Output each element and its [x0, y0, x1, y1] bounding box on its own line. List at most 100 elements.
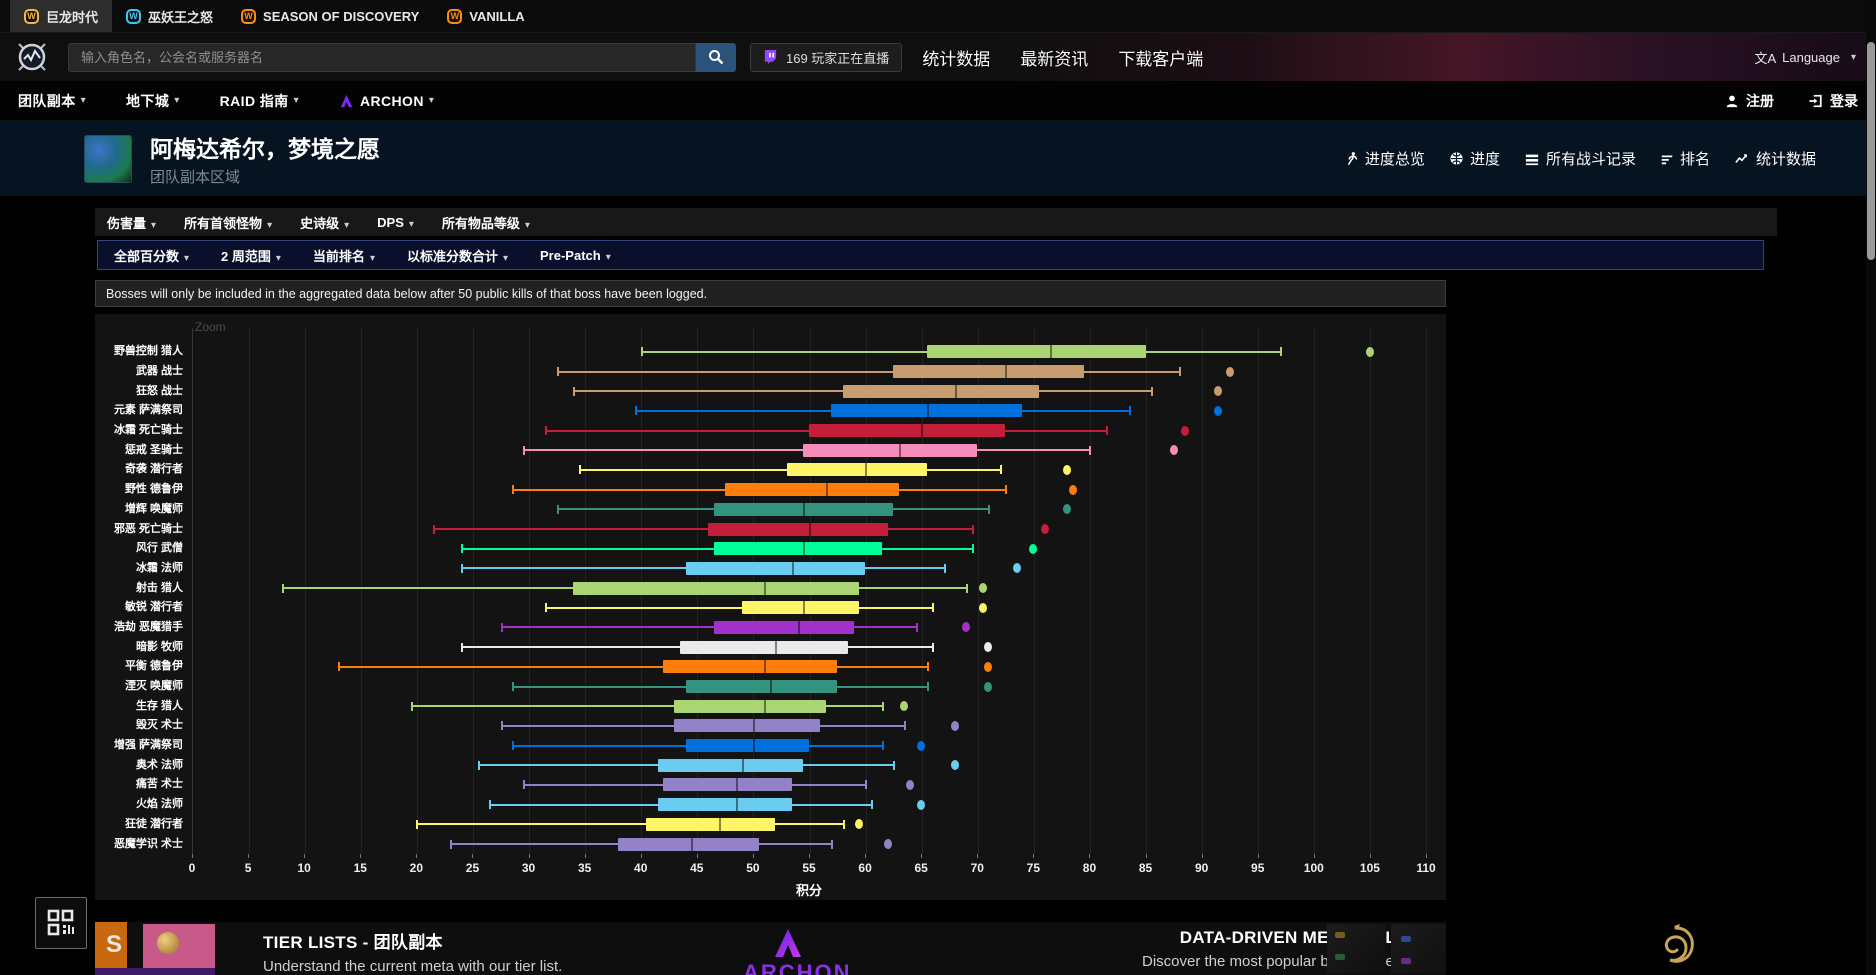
median-line — [753, 719, 755, 732]
boxplot-row: 射击 猎人 — [95, 578, 1446, 598]
search-input[interactable] — [68, 43, 696, 72]
whisker-cap-high — [972, 544, 974, 553]
language-label: Language — [1782, 50, 1840, 65]
subfilter-dropdown-4[interactable]: Pre-Patch — [540, 248, 611, 263]
whisker-cap-high — [932, 643, 934, 652]
spec-label: 射击 猎人 — [95, 583, 192, 594]
top-link-1[interactable]: 最新资讯 — [1020, 45, 1088, 70]
nav-item-2[interactable]: RAID 指南 — [220, 91, 299, 111]
outlier-dot — [1069, 485, 1077, 495]
x-tick-label: 30 — [522, 861, 535, 875]
box-iqr — [714, 542, 882, 555]
box-iqr — [674, 719, 820, 732]
subfilter-dropdown-0[interactable]: 全部百分数 — [114, 246, 189, 265]
main-nav: 团队副本 地下城 RAID 指南 ARCHON 注册 登录 — [0, 81, 1876, 121]
filter-dropdown-4[interactable]: 所有物品等级 — [442, 213, 530, 232]
spec-label: 元素 萨满祭司 — [95, 405, 192, 416]
raid-link-4[interactable]: 统计数据 — [1734, 148, 1816, 169]
subfilter-dropdown-2[interactable]: 当前排名 — [313, 246, 375, 265]
median-line — [809, 523, 811, 536]
spec-label: 野兽控制 猎人 — [95, 346, 192, 357]
outlier-dot — [1181, 426, 1189, 436]
nav-item-1[interactable]: 地下城 — [126, 91, 180, 111]
filter-dropdown-1[interactable]: 所有首领怪物 — [184, 213, 272, 232]
login-button[interactable]: 登录 — [1808, 91, 1858, 111]
login-icon — [1808, 94, 1823, 108]
raid-link-2[interactable]: 所有战斗记录 — [1524, 148, 1636, 169]
filter-bar-secondary: 全部百分数 2 周范围 当前排名 以标准分数合计 Pre-Patch — [97, 240, 1764, 270]
x-tick-mark — [1089, 854, 1090, 858]
boxplot-row: 恶魔学识 术士 — [95, 834, 1446, 854]
whisker-cap-high — [932, 603, 934, 612]
game-version-tab-0[interactable]: W巨龙时代 — [10, 0, 112, 32]
game-version-bar: W巨龙时代W巫妖王之怒WSEASON OF DISCOVERYWVANILLA — [0, 0, 1876, 32]
boxplot-plot-area — [192, 657, 1426, 677]
box-whisker — [557, 371, 1180, 373]
trend-icon — [1734, 152, 1750, 166]
boxplot-plot-area — [192, 539, 1426, 559]
outlier-dot — [855, 819, 863, 829]
raid-link-3[interactable]: 排名 — [1660, 148, 1710, 169]
whisker-cap-low — [545, 603, 547, 612]
top-link-2[interactable]: 下载客户端 — [1118, 45, 1203, 70]
nav-item-3[interactable]: ARCHON — [339, 91, 434, 111]
outlier-dot — [1366, 347, 1374, 357]
top-links: 统计数据 最新资讯 下载客户端 — [922, 45, 1203, 70]
promo-banner[interactable]: S TIER LISTS - 团队副本 Understand the curre… — [95, 922, 1446, 975]
median-line — [770, 680, 772, 693]
boxplot-row: 痛苦 术士 — [95, 775, 1446, 795]
tier-lists-title: TIER LISTS - 团队副本 — [263, 928, 562, 953]
warcraftlogs-logo-icon[interactable] — [14, 39, 50, 75]
boxplot-plot-area — [192, 696, 1426, 716]
search-header: 169 玩家正在直播 统计数据 最新资讯 下载客户端 文A Language — [0, 32, 1876, 81]
x-tick-label: 45 — [690, 861, 703, 875]
game-version-tab-2[interactable]: WSEASON OF DISCOVERY — [227, 0, 433, 32]
top-link-0[interactable]: 统计数据 — [922, 45, 990, 70]
outlier-dot — [962, 622, 970, 632]
register-button[interactable]: 注册 — [1725, 91, 1774, 111]
game-version-tab-3[interactable]: WVANILLA — [433, 0, 538, 32]
whisker-cap-high — [1106, 426, 1108, 435]
x-tick-mark — [529, 854, 530, 858]
x-tick-mark — [1258, 854, 1259, 858]
outlier-dot — [1214, 386, 1222, 396]
scrollbar[interactable] — [1866, 0, 1876, 975]
x-tick-label: 95 — [1251, 861, 1264, 875]
subfilter-dropdown-1[interactable]: 2 周范围 — [221, 246, 281, 265]
game-version-tab-1[interactable]: W巫妖王之怒 — [112, 0, 227, 32]
boxplot-row: 狂怒 战士 — [95, 381, 1446, 401]
whisker-cap-low — [282, 584, 284, 593]
boxplot-plot-area — [192, 559, 1426, 579]
filter-dropdown-0[interactable]: 伤害量 — [107, 213, 156, 232]
whisker-cap-low — [557, 367, 559, 376]
search-button[interactable] — [696, 43, 736, 72]
x-tick-mark — [585, 854, 586, 858]
raid-link-0[interactable]: 进度总览 — [1345, 148, 1425, 169]
nav-item-label: 团队副本 — [18, 91, 76, 111]
boxplot-plot-area — [192, 834, 1426, 854]
scrollbar-thumb[interactable] — [1867, 42, 1875, 260]
subfilter-dropdown-3[interactable]: 以标准分数合计 — [407, 246, 508, 265]
nav-item-0[interactable]: 团队副本 — [18, 91, 86, 111]
whisker-cap-high — [1005, 485, 1007, 494]
median-line — [691, 838, 693, 851]
twitch-live-badge[interactable]: 169 玩家正在直播 — [750, 43, 902, 72]
game-version-label: 巨龙时代 — [46, 7, 98, 26]
x-tick-label: 40 — [634, 861, 647, 875]
filter-dropdown-3[interactable]: DPS — [377, 215, 414, 230]
page-subtitle: 团队副本区域 — [150, 166, 380, 187]
raid-link-1[interactable]: 进度 — [1449, 148, 1500, 169]
widget-grid-button[interactable] — [35, 897, 87, 949]
whisker-cap-low — [461, 643, 463, 652]
box-iqr — [809, 424, 1005, 437]
language-selector[interactable]: 文A Language — [1754, 33, 1856, 82]
whisker-cap-low — [557, 505, 559, 514]
box-iqr — [618, 838, 758, 851]
x-tick-mark — [1426, 854, 1427, 858]
whisker-cap-high — [882, 741, 884, 750]
promo-screenshot — [1391, 924, 1446, 973]
whisker-cap-low — [338, 662, 340, 671]
boxplot-row: 浩劫 恶魔猎手 — [95, 618, 1446, 638]
filter-dropdown-2[interactable]: 史诗级 — [300, 213, 349, 232]
x-tick-label: 25 — [466, 861, 479, 875]
